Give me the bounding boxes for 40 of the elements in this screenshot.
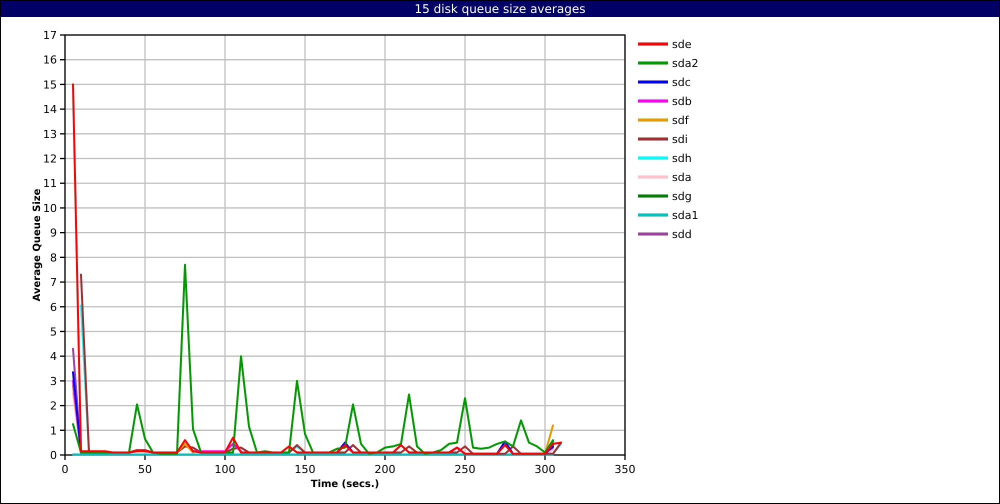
legend-label: sda2 [672, 57, 698, 70]
tick-label: 1 [50, 424, 57, 438]
tick-label: 4 [50, 350, 57, 364]
tick-label: 100 [214, 463, 236, 476]
tick-label: 0 [50, 449, 57, 462]
tick-label: 6 [50, 300, 57, 314]
tick-label: 350 [614, 463, 636, 476]
tick-label: 7 [50, 276, 57, 290]
tick-label: 250 [454, 463, 476, 476]
tick-label: 2 [50, 400, 57, 413]
legend-label: sda1 [672, 209, 698, 222]
tick-label: 9 [50, 226, 57, 240]
legend-label: sdc [672, 76, 691, 89]
tick-label: 14 [43, 103, 57, 116]
tick-label: 11 [43, 177, 57, 190]
tick-label: 0 [62, 463, 68, 476]
tick-label: 150 [294, 463, 316, 476]
tick-label: 5 [50, 325, 57, 338]
legend-label: sdb [672, 95, 692, 108]
tick-label: 10 [43, 202, 57, 215]
axis-title: Time (secs.) [310, 479, 380, 490]
tick-label: 12 [43, 152, 57, 166]
tick-label: 300 [534, 463, 556, 476]
tick-label: 13 [43, 128, 57, 141]
tick-label: 8 [50, 251, 57, 264]
tick-label: 50 [138, 463, 152, 476]
tick-label: 200 [374, 463, 396, 476]
tick-label: 16 [43, 54, 57, 67]
legend-label: sdh [672, 152, 692, 165]
legend-label: sdg [672, 190, 692, 203]
axis-title: Average Queue Size [32, 188, 43, 302]
window-title: 15 disk queue size averages [1, 1, 999, 17]
legend-label: sdf [672, 114, 689, 127]
tick-label: 17 [43, 29, 57, 42]
legend-label: sde [672, 38, 692, 51]
tick-label: 3 [50, 374, 57, 388]
tick-label: 15 [43, 78, 57, 92]
legend-label: sda [672, 171, 692, 184]
legend-label: sdd [672, 228, 692, 241]
legend-label: sdi [672, 133, 688, 146]
